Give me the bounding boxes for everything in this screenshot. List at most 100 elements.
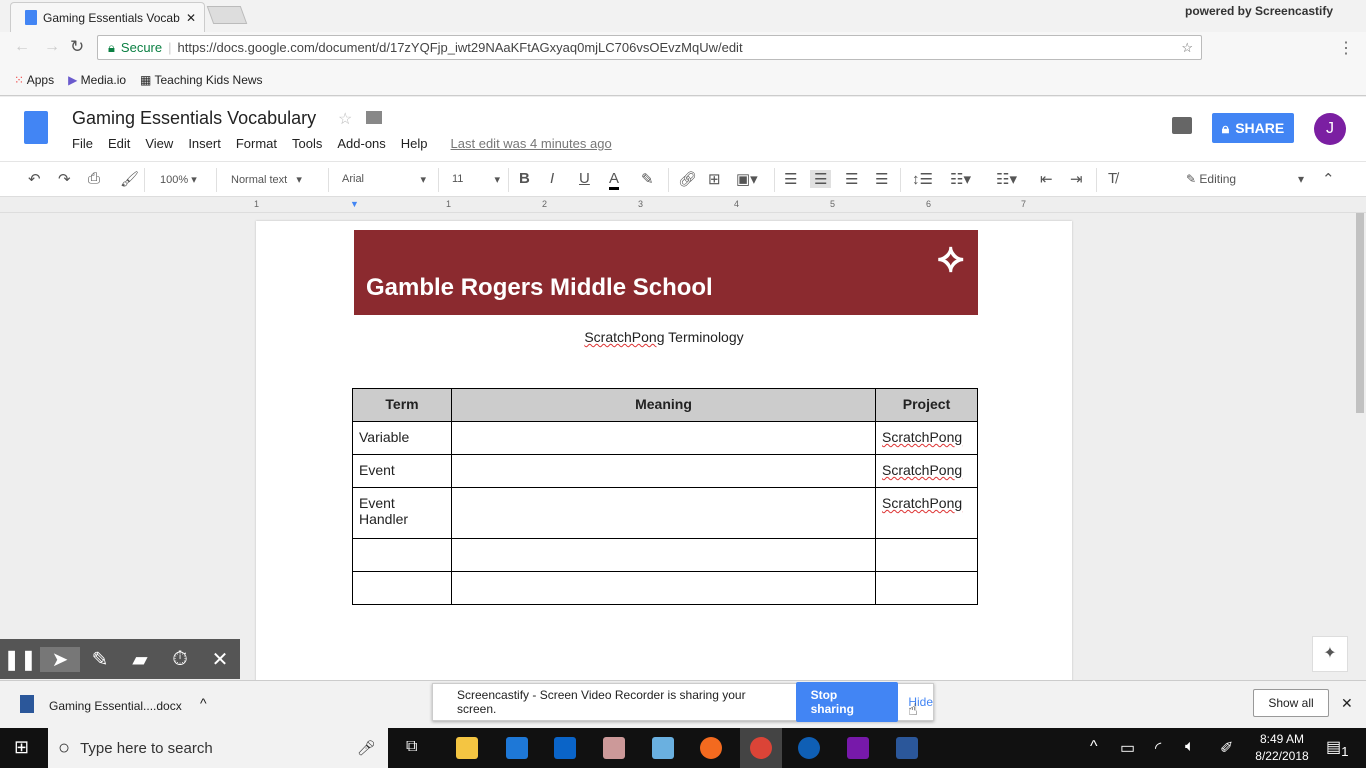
clear-formatting-icon[interactable]: T̸ xyxy=(1108,170,1117,187)
cortana-icon: ○ xyxy=(58,736,71,759)
bookmark-apps[interactable]: ⁙ Apps xyxy=(14,73,54,87)
bulleted-list-icon[interactable]: ☷▾ xyxy=(996,170,1017,188)
windows-start-icon[interactable]: ⊞ xyxy=(14,737,29,758)
eraser-icon[interactable]: ▰ xyxy=(120,647,160,672)
font-select[interactable]: Arial ▾ xyxy=(342,173,426,186)
bookmarks-bar: ⁙ Apps ▶ Media.io ▦ Teaching Kids News xyxy=(0,64,1366,96)
menu-help[interactable]: Help xyxy=(401,136,428,151)
menu-format[interactable]: Format xyxy=(236,136,277,151)
clock[interactable]: 8:49 AM 8/22/2018 xyxy=(1252,731,1312,765)
comments-icon[interactable] xyxy=(1172,117,1192,134)
font-size-select[interactable]: 11 ▾ xyxy=(452,173,500,186)
ruler[interactable]: 1 ▼ 1 2 3 4 5 6 7 xyxy=(0,197,1366,213)
show-all-button[interactable]: Show all xyxy=(1253,689,1329,717)
paint-format-icon[interactable]: 🖌︎ xyxy=(120,170,139,188)
menu-tools[interactable]: Tools xyxy=(292,136,322,151)
wifi-icon[interactable]: ◜ xyxy=(1155,738,1161,758)
redo-icon[interactable]: ↷ xyxy=(58,170,71,188)
forward-icon[interactable]: → xyxy=(44,38,60,56)
comment-icon[interactable]: ⊞ xyxy=(708,170,721,188)
folder-icon[interactable] xyxy=(366,111,382,124)
menu-view[interactable]: View xyxy=(145,136,173,151)
underline-icon[interactable]: U xyxy=(579,170,590,187)
chevron-up-icon[interactable]: ^ xyxy=(200,695,207,711)
battery-icon[interactable]: ▭ xyxy=(1120,738,1135,758)
star-icon[interactable]: ☆ xyxy=(1181,40,1193,56)
pen-icon[interactable]: ✎ xyxy=(80,647,120,672)
volume-icon[interactable]: 🔈︎ xyxy=(1185,738,1195,756)
close-icon[interactable]: ✕ xyxy=(1341,695,1353,712)
italic-icon[interactable]: I xyxy=(550,170,554,187)
formatting-toolbar: ↶ ↷ ⎙ 🖌︎ 100% ▾ Normal text ▾ Arial ▾ 11 ▾… xyxy=(0,161,1366,197)
close-tab-icon[interactable]: ✕ xyxy=(186,11,196,25)
menu-addons[interactable]: Add-ons xyxy=(337,136,385,151)
chevron-up-icon[interactable]: ^ xyxy=(1090,738,1098,756)
download-item[interactable]: Gaming Essential....docx xyxy=(49,699,182,713)
line-spacing-icon[interactable]: ↕☰ xyxy=(912,170,933,188)
editing-mode-select[interactable]: ✎ Editing ▾ xyxy=(1186,172,1304,186)
print-icon[interactable]: ⎙ xyxy=(88,170,100,187)
new-tab-button[interactable] xyxy=(206,6,248,24)
play-icon: ▶ xyxy=(68,72,78,87)
back-icon[interactable]: ← xyxy=(14,38,30,56)
document-page[interactable]: Gamble Rogers Middle School ⟡ ScratchPon… xyxy=(256,221,1072,681)
apps-icon: ⁙ xyxy=(14,72,25,87)
file-explorer-icon[interactable] xyxy=(456,737,478,759)
image-icon[interactable]: ▣▾ xyxy=(736,170,758,188)
last-edit-link[interactable]: Last edit was 4 minutes ago xyxy=(451,136,612,151)
highlight-icon[interactable]: ✎ xyxy=(641,170,654,188)
word-icon[interactable] xyxy=(896,737,918,759)
menu-edit[interactable]: Edit xyxy=(108,136,130,151)
table-row xyxy=(352,571,978,605)
bold-icon[interactable]: B xyxy=(519,170,530,187)
sharing-notification: Screencastify - Screen Video Recorder is… xyxy=(432,682,934,722)
pen-icon[interactable]: ✐ xyxy=(1220,738,1233,758)
edge-icon[interactable] xyxy=(506,737,528,759)
collapse-icon[interactable]: ⌃ xyxy=(1322,170,1335,188)
bookmark-teaching-kids-news[interactable]: ▦ Teaching Kids News xyxy=(140,73,263,87)
menu-file[interactable]: File xyxy=(72,136,93,151)
text-color-icon[interactable]: A xyxy=(609,170,620,190)
stop-sharing-button[interactable]: Stop sharing xyxy=(795,682,899,722)
align-right-icon[interactable]: ☰ xyxy=(845,170,858,188)
chrome-taskbar-button[interactable] xyxy=(740,728,782,768)
undo-icon[interactable]: ↶ xyxy=(28,170,41,188)
onenote-icon[interactable] xyxy=(847,737,869,759)
decrease-indent-icon[interactable]: ⇤ xyxy=(1040,170,1053,188)
align-left-icon[interactable]: ☰ xyxy=(784,170,797,188)
menu-icon[interactable]: ⋮ xyxy=(1338,38,1354,58)
tab-title: Gaming Essentials Vocab xyxy=(43,10,180,25)
reload-icon[interactable]: ↻ xyxy=(70,37,84,57)
cursor-icon[interactable]: ➤ xyxy=(40,646,80,672)
scrollbar[interactable] xyxy=(1356,213,1364,413)
align-center-icon[interactable]: ☰ xyxy=(810,170,832,188)
outlook-icon[interactable] xyxy=(554,737,576,759)
doc-title[interactable]: Gaming Essentials Vocabulary xyxy=(72,108,316,129)
explore-icon[interactable]: ✦ xyxy=(1312,636,1348,672)
taskbar-search-input[interactable]: ○ Type here to search 🎤︎ xyxy=(48,728,388,768)
docs-logo-icon[interactable] xyxy=(24,111,48,144)
avatar[interactable]: J xyxy=(1314,113,1346,145)
firefox-icon[interactable] xyxy=(700,737,722,759)
browser-tab[interactable]: Gaming Essentials Vocab ✕ xyxy=(10,2,205,32)
app-icon[interactable] xyxy=(652,737,674,759)
style-select[interactable]: Normal text ▾ xyxy=(231,173,302,186)
numbered-list-icon[interactable]: ☷▾ xyxy=(950,170,971,188)
pause-icon[interactable]: ❚❚ xyxy=(0,647,40,672)
link-icon[interactable]: 🔗︎ xyxy=(678,170,697,188)
table-row: Event ScratchPong xyxy=(352,454,978,488)
star-icon[interactable]: ☆ xyxy=(338,109,352,129)
justify-icon[interactable]: ☰ xyxy=(875,170,888,188)
increase-indent-icon[interactable]: ⇥ xyxy=(1070,170,1083,188)
timer-icon[interactable]: ⏱︎ xyxy=(160,648,200,671)
notifications-icon[interactable]: ▤1 xyxy=(1326,737,1349,759)
share-button[interactable]: 🔒︎ SHARE xyxy=(1212,113,1294,143)
zoom-select[interactable]: 100% ▾ xyxy=(160,173,197,186)
task-view-icon[interactable]: ⧉ xyxy=(406,738,417,756)
close-icon[interactable]: ✕ xyxy=(200,647,240,672)
bookmark-media-io[interactable]: ▶ Media.io xyxy=(68,73,126,87)
url-input[interactable]: 🔒︎ Secure | https://docs.google.com/documen… xyxy=(97,35,1202,60)
onedrive-icon[interactable] xyxy=(798,737,820,759)
snipping-tool-icon[interactable] xyxy=(603,737,625,759)
menu-insert[interactable]: Insert xyxy=(188,136,221,151)
